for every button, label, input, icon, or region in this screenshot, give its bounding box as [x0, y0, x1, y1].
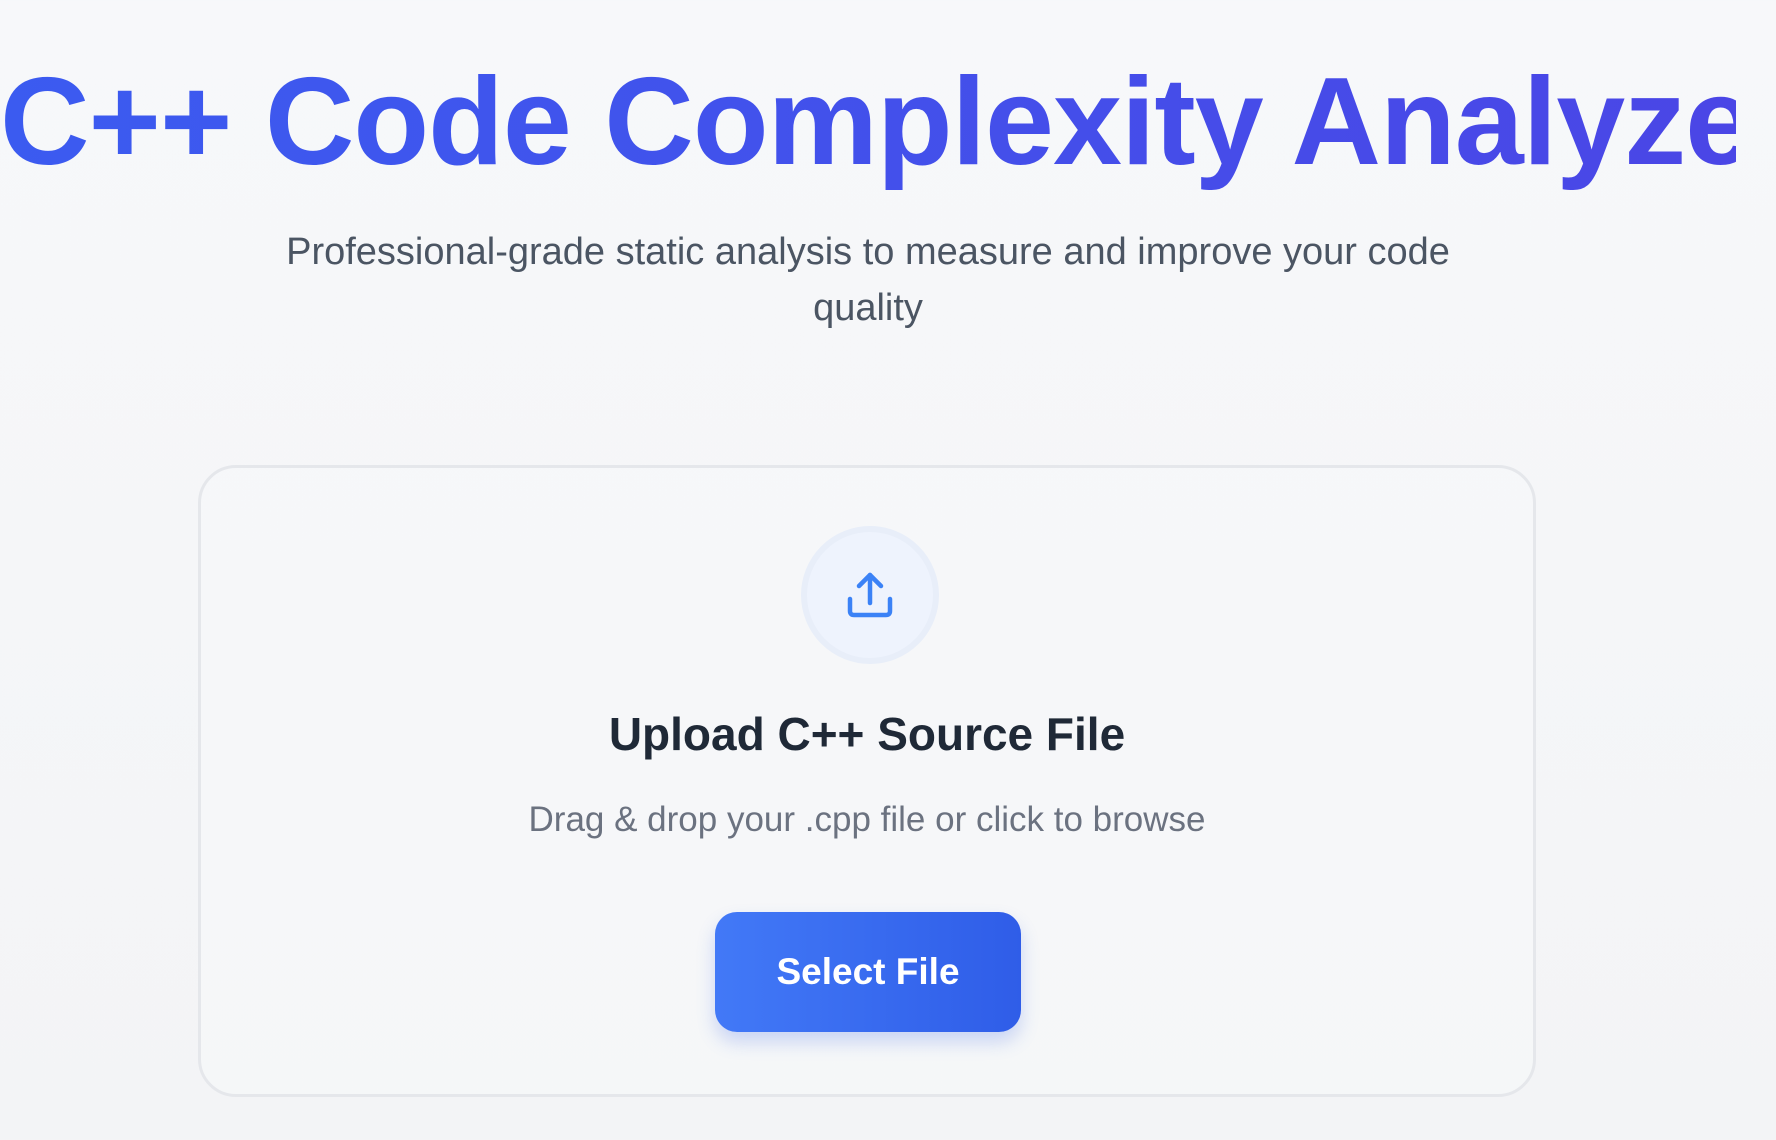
upload-title: Upload C++ Source File [608, 708, 1126, 760]
upload-icon [847, 572, 893, 618]
page-title: C++ Code Complexity Analyzer [0, 53, 1776, 191]
page: C++ Code Complexity Analyzer Professiona… [0, 0, 1776, 1140]
page-subtitle: Professional-grade static analysis to me… [286, 231, 1450, 329]
select-file-button[interactable]: Select File [715, 912, 1021, 1032]
upload-icon-circle [801, 526, 939, 664]
upload-description: Drag & drop your .cpp file or click to b… [528, 800, 1206, 839]
upload-dropzone[interactable]: Upload C++ Source File Drag & drop your … [198, 465, 1536, 1097]
